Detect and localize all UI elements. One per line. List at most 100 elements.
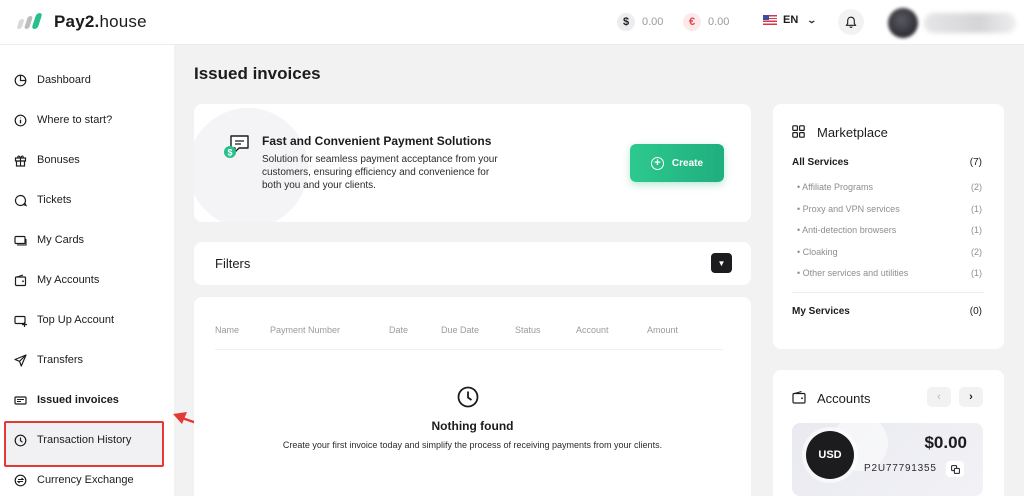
eur-balance[interactable]: € 0.00 <box>683 12 729 32</box>
accounts-next-button[interactable]: › <box>959 387 983 407</box>
account-card[interactable]: USD $0.00 P2U77791355 <box>792 423 983 496</box>
sidebar-item-label: Currency Exchange <box>37 474 134 486</box>
top-up-icon <box>13 313 27 327</box>
column-header-due-date[interactable]: Due Date <box>441 325 479 335</box>
plus-icon: + <box>650 156 664 170</box>
sidebar-item-top-up-account[interactable]: Top Up Account <box>0 300 174 340</box>
column-header-payment-number[interactable]: Payment Number <box>270 325 340 335</box>
account-balance: $0.00 <box>924 433 967 452</box>
logo[interactable]: Pay2.house <box>16 12 147 32</box>
column-header-status[interactable]: Status <box>515 325 541 335</box>
cards-icon <box>13 233 27 247</box>
filters-panel[interactable]: Filters ▼ <box>194 242 751 285</box>
sidebar-item-transaction-history[interactable]: Transaction History <box>0 420 174 460</box>
logo-mark-icon <box>16 13 46 31</box>
marketplace-all-services[interactable]: All Services <box>792 157 849 168</box>
language-label: EN <box>783 14 799 26</box>
marketplace-all-services-count: (7) <box>969 157 982 168</box>
marketplace-item-other-services[interactable]: • Other services and utilities <box>797 268 908 278</box>
sidebar-item-label: Transaction History <box>37 434 132 446</box>
table-divider <box>215 349 723 350</box>
sidebar-item-label: My Accounts <box>37 274 100 286</box>
history-icon <box>13 433 27 447</box>
user-avatar[interactable] <box>888 8 918 38</box>
sidebar-item-where-to-start[interactable]: Where to start? <box>0 100 174 140</box>
user-name-blurred[interactable] <box>924 13 1016 33</box>
exchange-icon <box>13 473 27 487</box>
accounts-icon <box>13 273 27 287</box>
create-invoice-button[interactable]: + Create <box>630 144 724 182</box>
clock-icon <box>457 386 479 408</box>
sidebar-item-my-cards[interactable]: My Cards <box>0 220 174 260</box>
marketplace-item-anti-detection[interactable]: • Anti-detection browsers <box>797 225 896 235</box>
marketplace-item-cloaking[interactable]: • Cloaking <box>797 247 838 257</box>
chevron-down-icon: ⌄ <box>806 14 818 25</box>
sidebar-item-transfers[interactable]: Transfers <box>0 340 174 380</box>
marketplace-panel: Marketplace All Services (7) • Affiliate… <box>773 104 1004 349</box>
sidebar-item-label: Bonuses <box>37 154 80 166</box>
promo-card: $ Fast and Convenient Payment Solutions … <box>194 104 751 222</box>
sidebar-item-label: Issued invoices <box>37 394 119 406</box>
marketplace-item-affiliate-programs[interactable]: • Affiliate Programs <box>797 182 873 192</box>
marketplace-title: Marketplace <box>817 125 888 140</box>
copy-account-number-button[interactable] <box>946 461 964 477</box>
sidebar-item-currency-exchange[interactable]: Currency Exchange <box>0 460 174 496</box>
marketplace-my-services[interactable]: My Services <box>792 306 850 317</box>
empty-state-title: Nothing found <box>431 419 514 433</box>
euro-icon: € <box>683 13 701 31</box>
sidebar-item-label: Dashboard <box>37 74 91 86</box>
info-icon <box>13 113 27 127</box>
account-number: P2U77791355 <box>864 463 937 474</box>
marketplace-item-proxy-vpn[interactable]: • Proxy and VPN services <box>797 204 900 214</box>
logo-text: Pay2.house <box>54 12 147 31</box>
column-header-account[interactable]: Account <box>576 325 609 335</box>
language-selector[interactable]: EN ⌄ <box>763 14 818 26</box>
invoices-table: Name Payment Number Date Due Date Status… <box>194 297 751 496</box>
gift-icon <box>13 153 27 167</box>
marketplace-item-count: (1) <box>971 225 982 235</box>
marketplace-divider <box>792 292 984 293</box>
bell-icon <box>845 16 857 28</box>
empty-state-text: Create your first invoice today and simp… <box>282 440 663 450</box>
usd-balance[interactable]: $ 0.00 <box>617 12 663 32</box>
sidebar-item-tickets[interactable]: Tickets <box>0 180 174 220</box>
column-header-name[interactable]: Name <box>215 325 239 335</box>
sidebar-item-label: Tickets <box>37 194 72 206</box>
promo-text: Solution for seamless payment acceptance… <box>262 154 498 191</box>
sidebar-item-label: Top Up Account <box>37 314 115 326</box>
sidebar-item-issued-invoices[interactable]: Issued invoices <box>0 380 174 420</box>
top-header: Pay2.house $ 0.00 € 0.00 EN ⌄ <box>0 0 1024 45</box>
grid-icon <box>792 125 805 138</box>
filters-toggle-button[interactable]: ▼ <box>711 253 732 273</box>
column-header-date[interactable]: Date <box>389 325 408 335</box>
sidebar-item-my-accounts[interactable]: My Accounts <box>0 260 174 300</box>
ticket-icon <box>13 193 27 207</box>
chevron-right-icon: › <box>969 391 973 403</box>
us-flag-icon <box>763 15 777 25</box>
send-icon <box>13 353 27 367</box>
chevron-down-icon: ▼ <box>717 258 726 268</box>
dollar-icon: $ <box>617 13 635 31</box>
notification-bell-button[interactable] <box>838 9 864 35</box>
sidebar-item-dashboard[interactable]: Dashboard <box>0 60 174 100</box>
eur-balance-value: 0.00 <box>708 16 730 28</box>
page-title: Issued invoices <box>194 64 321 83</box>
payment-chat-icon: $ <box>224 135 249 158</box>
marketplace-item-count: (2) <box>971 182 982 192</box>
marketplace-my-services-count: (0) <box>969 306 982 317</box>
create-button-label: Create <box>671 157 704 169</box>
sidebar: Dashboard Where to start? Bonuses Ticket… <box>0 45 174 496</box>
sidebar-item-label: Transfers <box>37 354 84 366</box>
invoice-icon <box>13 393 27 407</box>
copy-icon <box>950 464 960 474</box>
wallet-icon <box>792 391 806 404</box>
currency-badge: USD <box>806 431 854 479</box>
accounts-panel: Accounts ‹ › USD $0.00 P2U77791355 <box>773 370 1004 496</box>
svg-text:$: $ <box>227 148 232 158</box>
dashboard-icon <box>13 73 27 87</box>
accounts-prev-button[interactable]: ‹ <box>927 387 951 407</box>
chevron-left-icon: ‹ <box>937 391 941 403</box>
filters-label: Filters <box>215 256 251 271</box>
sidebar-item-bonuses[interactable]: Bonuses <box>0 140 174 180</box>
column-header-amount[interactable]: Amount <box>647 325 678 335</box>
